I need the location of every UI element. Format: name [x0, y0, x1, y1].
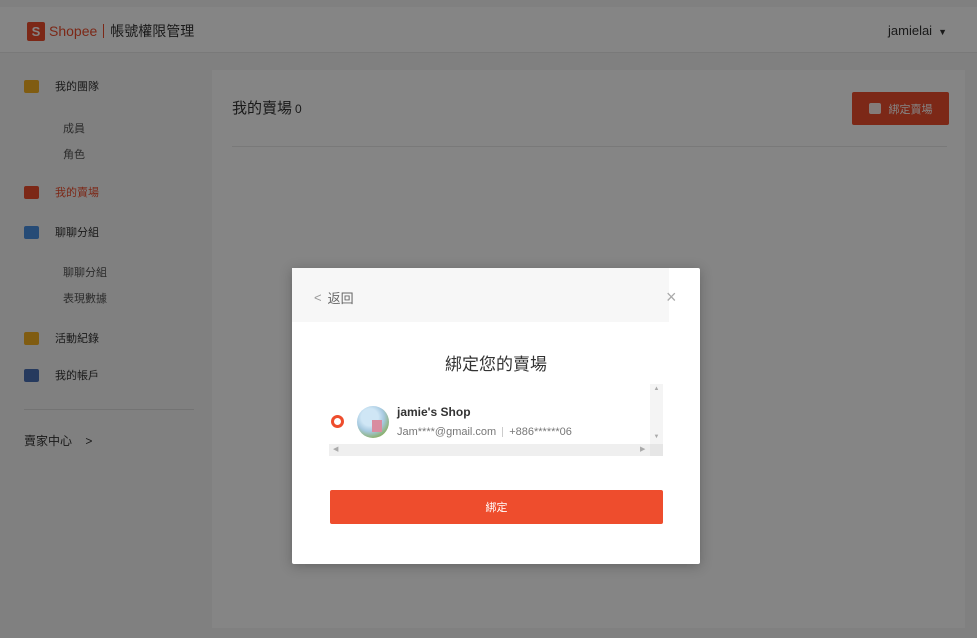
- confirm-bind-button[interactable]: 綁定: [330, 490, 663, 524]
- back-button[interactable]: < 返回: [314, 288, 354, 307]
- bind-store-modal: < 返回 × 綁定您的賣場 jamie's Shop Jam****@gmail…: [292, 268, 700, 564]
- shop-contact: Jam****@gmail.com +886******06: [397, 426, 572, 438]
- shop-radio[interactable]: [331, 415, 344, 428]
- close-icon[interactable]: ×: [666, 288, 677, 306]
- shop-avatar: [357, 406, 389, 438]
- chevron-left-icon: <: [314, 290, 322, 305]
- modal-title: 綁定您的賣場: [445, 355, 547, 374]
- shop-avatar-building: [372, 420, 382, 432]
- contact-divider: [502, 427, 504, 438]
- scroll-right-icon[interactable]: ▶: [640, 444, 645, 456]
- scroll-corner: [650, 444, 663, 456]
- shop-email: Jam****@gmail.com: [397, 426, 497, 438]
- shop-phone: +886******06: [509, 426, 572, 438]
- scroll-down-icon[interactable]: ▼: [650, 434, 663, 440]
- scroll-up-icon[interactable]: ▲: [650, 386, 663, 392]
- modal-header: < 返回: [292, 268, 669, 322]
- shop-list: jamie's Shop Jam****@gmail.com +886******…: [329, 384, 663, 456]
- shop-name: jamie's Shop: [397, 405, 471, 419]
- vertical-scrollbar[interactable]: ▲ ▼: [650, 384, 663, 444]
- scroll-left-icon[interactable]: ◀: [333, 444, 338, 456]
- horizontal-scrollbar[interactable]: ◀ ▶: [329, 444, 650, 456]
- back-label: 返回: [327, 291, 354, 306]
